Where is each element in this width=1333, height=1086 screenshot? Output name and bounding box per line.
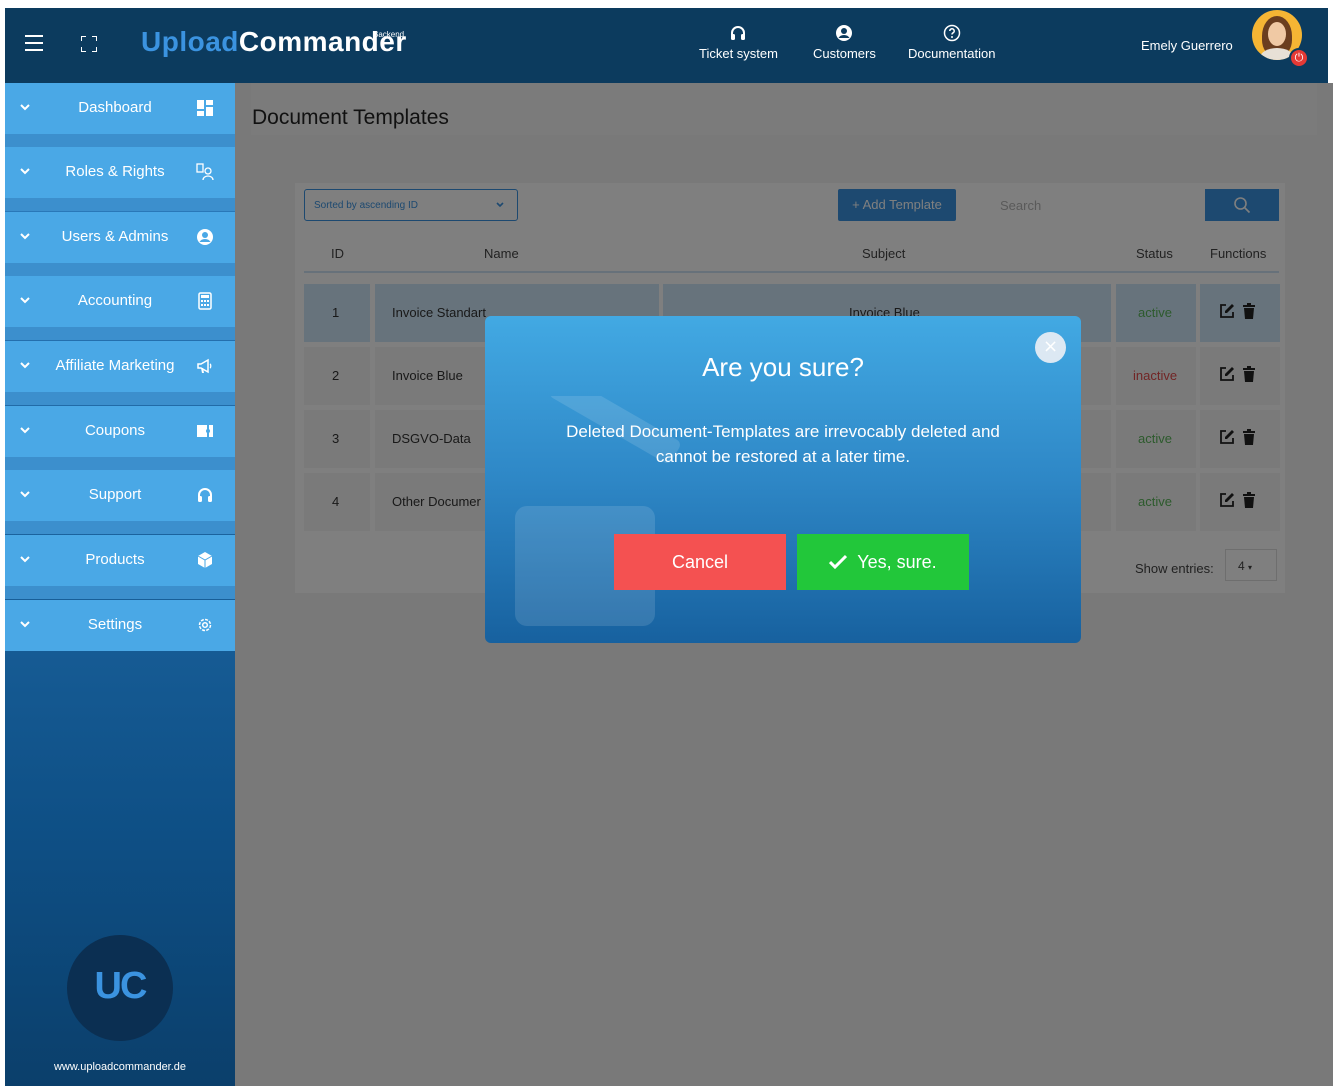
sidebar-item-roles-rights[interactable]: Roles & Rights <box>5 147 235 198</box>
chevron-down-icon <box>20 621 30 628</box>
sidebar-item-label: Support <box>88 486 142 503</box>
brand-prefix: Upload <box>141 26 239 57</box>
top-bar: UploadCommander Backend Ticket system Cu… <box>5 8 1328 83</box>
nav-label: Ticket system <box>699 46 778 61</box>
sidebar: Dashboard Roles & Rights Users & Admins … <box>5 83 235 1086</box>
sidebar-item-label: Accounting <box>77 292 153 309</box>
nav-label: Customers <box>813 46 876 61</box>
cancel-button[interactable]: Cancel <box>614 534 786 590</box>
calculator-icon <box>198 292 212 310</box>
dialog-title: Are you sure? <box>702 352 864 382</box>
chevron-down-icon <box>20 491 30 498</box>
confirm-dialog: × Are you sure? Deleted Document-Templat… <box>485 316 1081 643</box>
chevron-down-icon <box>20 427 30 434</box>
check-icon <box>829 554 848 570</box>
dashboard-icon <box>197 100 213 116</box>
nav-customers[interactable]: Customers <box>813 24 876 61</box>
confirm-label: Yes, sure. <box>857 552 937 572</box>
user-circle-icon <box>836 25 853 41</box>
chevron-down-icon <box>20 104 30 111</box>
gear-icon <box>198 618 212 632</box>
nav-documentation[interactable]: Documentation <box>908 24 995 61</box>
sidebar-item-label: Products <box>85 551 145 568</box>
roles-icon <box>196 163 214 181</box>
coupon-icon <box>197 425 213 437</box>
chevron-down-icon <box>20 168 30 175</box>
cancel-label: Cancel <box>671 552 729 572</box>
confirm-button[interactable]: Yes, sure. <box>797 534 969 590</box>
sidebar-item-label: Coupons <box>84 422 146 439</box>
question-circle-icon <box>943 24 960 42</box>
sidebar-item-accounting[interactable]: Accounting <box>5 276 235 327</box>
logo-text: UC <box>94 965 148 1007</box>
sidebar-item-affiliate-marketing[interactable]: Affiliate Marketing <box>5 341 235 392</box>
chevron-down-icon <box>20 556 30 563</box>
sidebar-item-support[interactable]: Support <box>5 470 235 521</box>
sidebar-item-settings[interactable]: Settings <box>5 600 235 651</box>
chevron-down-icon <box>20 233 30 240</box>
cube-icon <box>197 552 213 568</box>
user-name[interactable]: Emely Guerrero <box>1141 38 1233 53</box>
site-url[interactable]: www.uploadcommander.de <box>5 1061 235 1073</box>
user-icon <box>197 229 213 245</box>
nav-label: Documentation <box>908 46 996 61</box>
sidebar-item-label: Users & Admins <box>61 228 169 245</box>
brand-sup: Backend <box>373 30 405 39</box>
sidebar-item-label: Affiliate Marketing <box>55 357 175 374</box>
dialog-message: Deleted Document-Templates are irrevocab… <box>566 422 1000 466</box>
sidebar-item-dashboard[interactable]: Dashboard <box>5 83 235 134</box>
company-logo: UC <box>67 935 173 1041</box>
menu-icon[interactable] <box>25 35 43 53</box>
sidebar-item-users-admins[interactable]: Users & Admins <box>5 212 235 263</box>
chevron-down-icon <box>20 297 30 304</box>
headset-icon <box>731 26 746 40</box>
fullscreen-icon[interactable] <box>81 36 97 52</box>
sidebar-item-products[interactable]: Products <box>5 535 235 586</box>
sidebar-item-coupons[interactable]: Coupons <box>5 406 235 457</box>
headset-icon <box>198 488 212 502</box>
nav-ticket-system[interactable]: Ticket system <box>699 24 778 61</box>
sidebar-item-label: Roles & Rights <box>65 163 165 180</box>
sidebar-item-label: Dashboard <box>78 99 152 116</box>
sidebar-item-label: Settings <box>87 616 143 633</box>
brand-logo[interactable]: UploadCommander <box>141 26 407 58</box>
megaphone-icon <box>197 358 212 374</box>
power-icon[interactable]: ⏻ <box>1289 48 1309 68</box>
chevron-down-icon <box>20 362 30 369</box>
